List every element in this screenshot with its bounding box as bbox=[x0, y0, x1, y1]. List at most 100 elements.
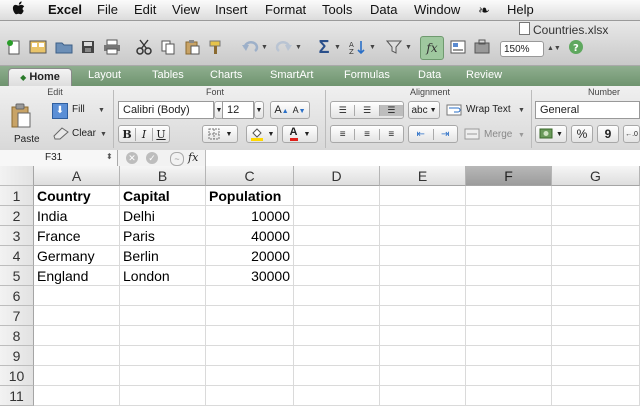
cell-d5[interactable] bbox=[294, 266, 380, 286]
cell-d3[interactable] bbox=[294, 226, 380, 246]
font-color-button[interactable]: A ▼ bbox=[282, 125, 318, 143]
clear-dropdown-icon[interactable]: ▼ bbox=[100, 131, 107, 138]
cell-a2[interactable]: India bbox=[34, 206, 120, 226]
cell-a8[interactable] bbox=[34, 326, 120, 346]
sort-dropdown-icon[interactable]: ▼ bbox=[369, 44, 376, 51]
clear-label[interactable]: Clear bbox=[72, 128, 96, 139]
italic-button[interactable]: I bbox=[135, 127, 152, 141]
bold-button[interactable]: B bbox=[119, 128, 135, 141]
toolbox-icon[interactable] bbox=[472, 37, 492, 57]
cell-e9[interactable] bbox=[380, 346, 466, 366]
cell-c11[interactable] bbox=[206, 386, 294, 406]
cell-d11[interactable] bbox=[294, 386, 380, 406]
redo-dropdown-icon[interactable]: ▼ bbox=[295, 44, 302, 51]
cell-b11[interactable] bbox=[120, 386, 206, 406]
cell-d6[interactable] bbox=[294, 286, 380, 306]
fill-label[interactable]: Fill bbox=[72, 104, 85, 115]
cell-g2[interactable] bbox=[552, 206, 640, 226]
cell-a10[interactable] bbox=[34, 366, 120, 386]
cell-e5[interactable] bbox=[380, 266, 466, 286]
font-name-field[interactable]: Calibri (Body) bbox=[118, 101, 214, 119]
menu-tools[interactable]: Tools bbox=[322, 2, 352, 17]
cell-b3[interactable]: Paris bbox=[120, 226, 206, 246]
paste-label[interactable]: Paste bbox=[14, 134, 40, 145]
column-header-f[interactable]: F bbox=[466, 166, 552, 186]
cell-a11[interactable] bbox=[34, 386, 120, 406]
cell-a5[interactable]: England bbox=[34, 266, 120, 286]
cell-b5[interactable]: London bbox=[120, 266, 206, 286]
cell-c5[interactable]: 30000 bbox=[206, 266, 294, 286]
script-menu-icon[interactable]: ❧ bbox=[478, 2, 490, 19]
cell-a9[interactable] bbox=[34, 346, 120, 366]
tab-home[interactable]: ◆ Home bbox=[8, 68, 72, 87]
row-header-7[interactable]: 7 bbox=[0, 306, 34, 326]
cell-c10[interactable] bbox=[206, 366, 294, 386]
wrap-text-dropdown-icon[interactable]: ▼ bbox=[518, 107, 525, 114]
row-header-9[interactable]: 9 bbox=[0, 346, 34, 366]
borders-button[interactable]: ▼ bbox=[202, 125, 238, 143]
menu-file[interactable]: File bbox=[97, 2, 118, 17]
cell-g9[interactable] bbox=[552, 346, 640, 366]
cell-g6[interactable] bbox=[552, 286, 640, 306]
cell-e3[interactable] bbox=[380, 226, 466, 246]
grow-font-button[interactable]: A▲ bbox=[274, 104, 288, 116]
row-header-5[interactable]: 5 bbox=[0, 266, 34, 286]
select-all-corner[interactable] bbox=[0, 166, 34, 186]
fx-icon[interactable]: fx bbox=[188, 151, 198, 164]
zoom-field[interactable]: 150% bbox=[500, 41, 544, 57]
templates-icon[interactable] bbox=[28, 37, 48, 57]
align-top-icon[interactable]: ☰ bbox=[331, 105, 354, 116]
new-document-icon[interactable] bbox=[4, 37, 24, 57]
cell-e8[interactable] bbox=[380, 326, 466, 346]
menu-format[interactable]: Format bbox=[265, 2, 306, 17]
cell-c1[interactable]: Population bbox=[206, 186, 294, 206]
cell-c6[interactable] bbox=[206, 286, 294, 306]
cell-c8[interactable] bbox=[206, 326, 294, 346]
align-center-icon[interactable]: ≡ bbox=[354, 128, 378, 140]
row-header-3[interactable]: 3 bbox=[0, 226, 34, 246]
open-icon[interactable] bbox=[54, 37, 74, 57]
cell-e4[interactable] bbox=[380, 246, 466, 266]
column-header-b[interactable]: B bbox=[120, 166, 206, 186]
formula-builder-small-icon[interactable]: ~ bbox=[170, 152, 184, 166]
font-size-dropdown-icon[interactable]: ▼ bbox=[254, 101, 264, 119]
currency-button[interactable]: ▼ bbox=[535, 125, 567, 143]
row-header-11[interactable]: 11 bbox=[0, 386, 34, 406]
cell-c4[interactable]: 20000 bbox=[206, 246, 294, 266]
undo-icon[interactable] bbox=[240, 37, 260, 57]
cell-d4[interactable] bbox=[294, 246, 380, 266]
tab-data[interactable]: Data bbox=[418, 69, 441, 81]
row-header-2[interactable]: 2 bbox=[0, 206, 34, 226]
zoom-dropdown-icon[interactable]: ▲▼ bbox=[547, 45, 561, 52]
paste-large-icon[interactable] bbox=[10, 103, 32, 132]
cell-g3[interactable] bbox=[552, 226, 640, 246]
merge-dropdown-icon[interactable]: ▼ bbox=[518, 132, 525, 139]
row-header-6[interactable]: 6 bbox=[0, 286, 34, 306]
column-header-g[interactable]: G bbox=[552, 166, 640, 186]
cell-e1[interactable] bbox=[380, 186, 466, 206]
cell-f8[interactable] bbox=[466, 326, 552, 346]
cell-d8[interactable] bbox=[294, 326, 380, 346]
format-painter-icon[interactable] bbox=[206, 37, 226, 57]
fill-dropdown-icon[interactable]: ▼ bbox=[98, 107, 105, 114]
cell-f3[interactable] bbox=[466, 226, 552, 246]
number-format-field[interactable]: General bbox=[535, 101, 640, 119]
fill-color-button[interactable]: ▼ bbox=[246, 125, 278, 143]
apple-menu-icon[interactable] bbox=[12, 1, 26, 20]
font-size-field[interactable]: 12 bbox=[222, 101, 254, 119]
increase-indent-icon[interactable]: ⇥ bbox=[432, 128, 458, 140]
print-icon[interactable] bbox=[102, 37, 122, 57]
percent-button[interactable]: % bbox=[571, 125, 593, 143]
cell-c2[interactable]: 10000 bbox=[206, 206, 294, 226]
shrink-font-button[interactable]: A▼ bbox=[293, 105, 306, 115]
cell-c9[interactable] bbox=[206, 346, 294, 366]
cell-g4[interactable] bbox=[552, 246, 640, 266]
cell-e6[interactable] bbox=[380, 286, 466, 306]
cell-a6[interactable] bbox=[34, 286, 120, 306]
copy-icon[interactable] bbox=[158, 37, 178, 57]
tab-smartart[interactable]: SmartArt bbox=[270, 69, 313, 81]
wrap-text-icon[interactable] bbox=[446, 104, 462, 119]
menu-edit[interactable]: Edit bbox=[134, 2, 156, 17]
column-header-a[interactable]: A bbox=[34, 166, 120, 186]
column-header-d[interactable]: D bbox=[294, 166, 380, 186]
